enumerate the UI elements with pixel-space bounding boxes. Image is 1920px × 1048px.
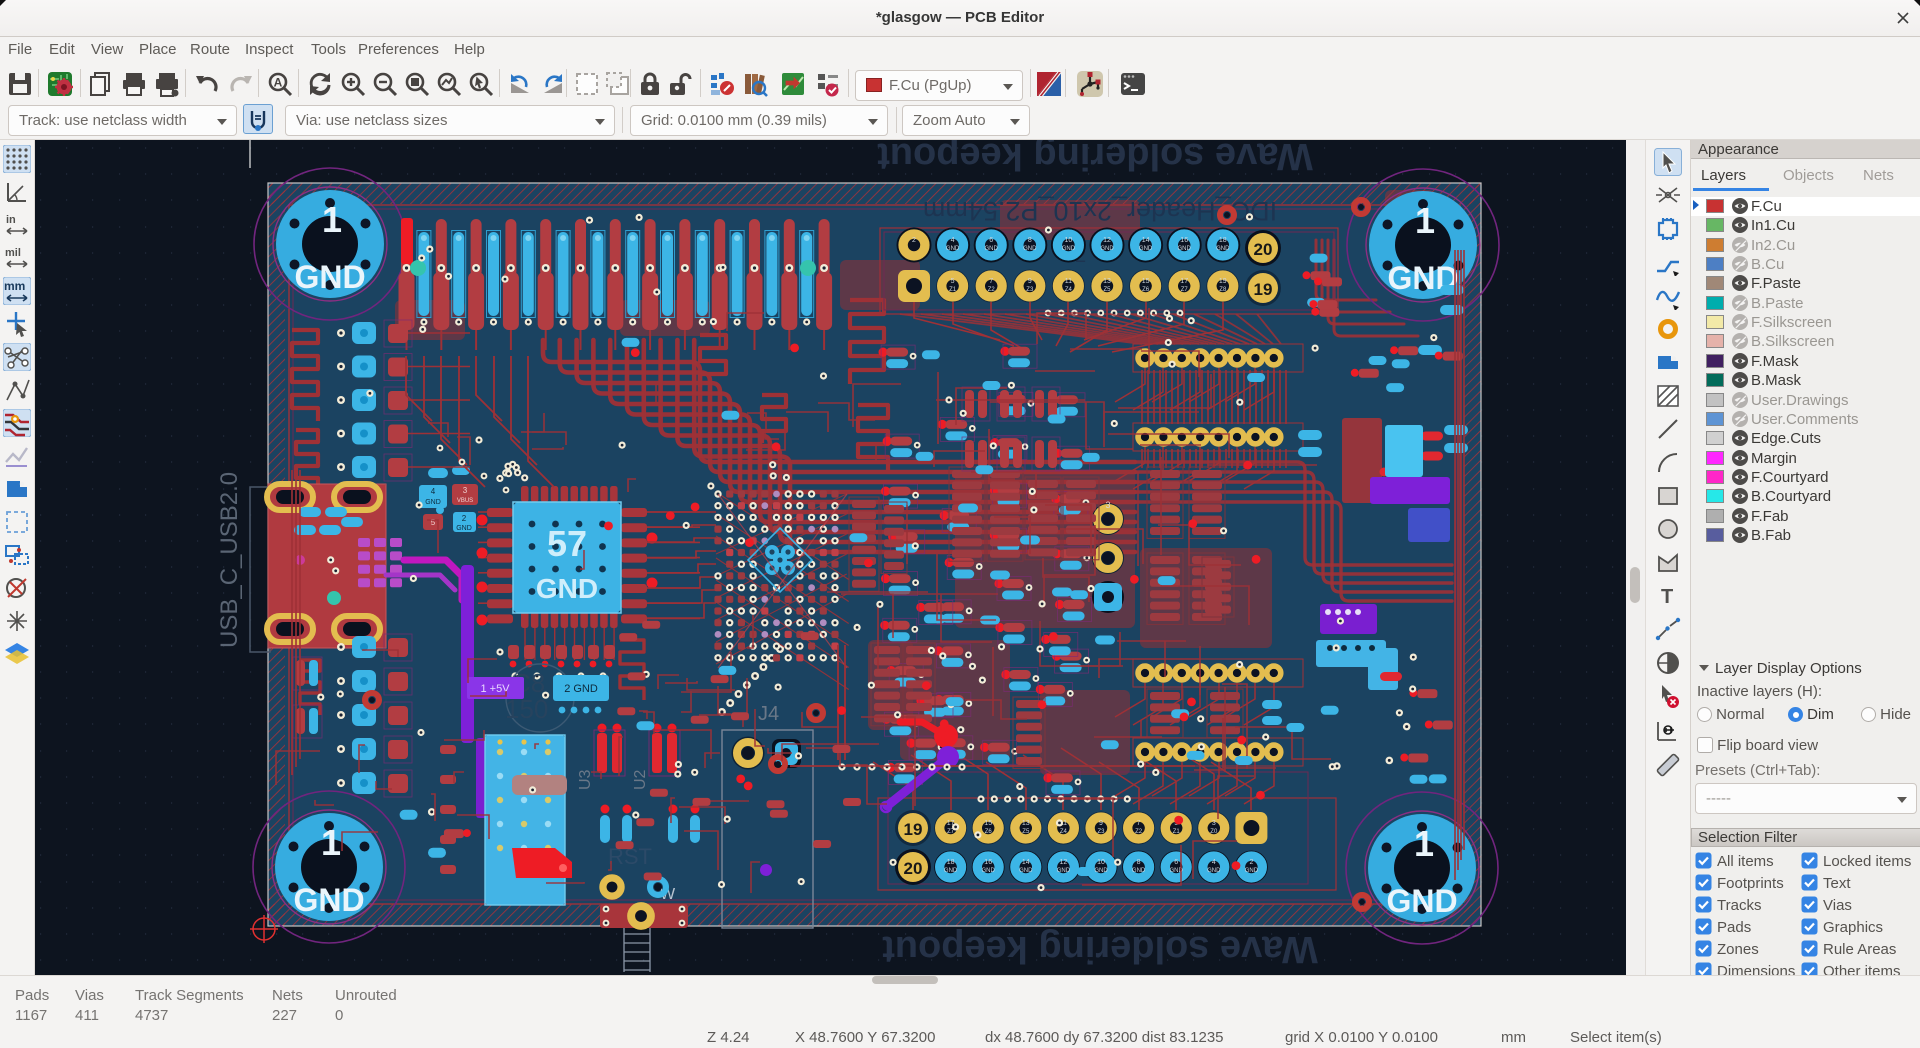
svg-text:U2: U2 <box>632 769 649 790</box>
svg-text:9: 9 <box>1028 278 1032 285</box>
svg-text:18: 18 <box>947 859 955 866</box>
svg-text:14: 14 <box>1022 859 1030 866</box>
svg-text:mil: mil <box>5 247 21 259</box>
svg-text:A: A <box>274 76 283 90</box>
svg-text:Z3: Z3 <box>1026 287 1034 293</box>
svg-text:10: 10 <box>1065 237 1073 244</box>
svg-text:VBUS: VBUS <box>457 498 473 504</box>
svg-text:6: 6 <box>1174 859 1178 866</box>
svg-text:Z7: Z7 <box>1181 287 1189 293</box>
svg-text:Z8: Z8 <box>1219 287 1227 293</box>
svg-text:Z2: Z2 <box>1135 829 1143 835</box>
svg-text:Z2: Z2 <box>988 287 996 293</box>
svg-text:mm: mm <box>4 279 25 293</box>
svg-text:6: 6 <box>989 237 993 244</box>
svg-text:16: 16 <box>1180 237 1188 244</box>
svg-text:12: 12 <box>1103 237 1111 244</box>
svg-text:19: 19 <box>904 820 923 839</box>
svg-text:GND: GND <box>1216 246 1230 252</box>
svg-text:Z4: Z4 <box>1060 829 1068 835</box>
svg-text:18: 18 <box>1219 237 1227 244</box>
svg-text:19: 19 <box>1254 280 1273 299</box>
svg-text:Z4: Z4 <box>1065 287 1073 293</box>
svg-text:Z7: Z7 <box>947 829 955 835</box>
svg-text:GND: GND <box>1062 246 1076 252</box>
svg-text:GND: GND <box>1132 868 1146 874</box>
svg-text:GND: GND <box>946 246 960 252</box>
svg-text:Z0: Z0 <box>1210 829 1218 835</box>
svg-text:J4: J4 <box>758 703 779 725</box>
svg-text:20: 20 <box>1254 240 1273 259</box>
svg-text:15: 15 <box>1142 278 1150 285</box>
svg-text:1: 1 <box>321 822 341 863</box>
svg-text:Z1: Z1 <box>949 287 957 293</box>
svg-text:4: 4 <box>951 237 955 244</box>
svg-text:GND: GND <box>293 882 364 918</box>
svg-text:GND: GND <box>536 573 598 604</box>
svg-text:GND: GND <box>1139 246 1153 252</box>
svg-text:11: 11 <box>1065 278 1072 285</box>
svg-text:13: 13 <box>1022 820 1030 827</box>
svg-text:17: 17 <box>1180 278 1188 285</box>
svg-text:2: 2 <box>1249 859 1253 866</box>
svg-text:57: 57 <box>547 523 587 564</box>
svg-text:GND: GND <box>1207 868 1221 874</box>
svg-text:GND: GND <box>1019 868 1033 874</box>
svg-text:GND: GND <box>456 525 472 532</box>
svg-text:GND: GND <box>944 868 958 874</box>
svg-text:GND: GND <box>1023 246 1037 252</box>
svg-text:2: 2 <box>462 514 467 523</box>
svg-text:Z1: Z1 <box>1173 829 1181 835</box>
svg-text:GND: GND <box>1178 246 1192 252</box>
svg-text:GND: GND <box>982 868 996 874</box>
svg-text:4: 4 <box>431 487 436 496</box>
svg-text:GND: GND <box>1057 868 1071 874</box>
svg-text:3: 3 <box>1212 820 1216 827</box>
svg-text:3: 3 <box>463 486 468 495</box>
svg-text:4: 4 <box>1212 859 1216 866</box>
svg-text:12: 12 <box>1060 859 1068 866</box>
svg-text:1: 1 <box>322 199 342 240</box>
svg-text:10: 10 <box>1097 859 1105 866</box>
svg-text:GND: GND <box>1386 883 1457 919</box>
svg-text:GND: GND <box>985 246 999 252</box>
svg-text:GND: GND <box>294 259 365 295</box>
svg-text:GND: GND <box>1100 246 1114 252</box>
svg-text:19: 19 <box>1219 278 1227 285</box>
svg-text:2 GND: 2 GND <box>564 683 598 695</box>
svg-text:13: 13 <box>1103 278 1111 285</box>
svg-text:20: 20 <box>904 859 923 878</box>
svg-text:USB_C_USB2.0: USB_C_USB2.0 <box>216 472 243 648</box>
svg-text:1: 1 <box>1414 823 1434 864</box>
svg-text:Z3: Z3 <box>1097 829 1105 835</box>
svg-text:14: 14 <box>1142 237 1150 244</box>
svg-text:in: in <box>6 214 16 226</box>
svg-text:Z5: Z5 <box>1022 829 1030 835</box>
svg-text:8: 8 <box>1137 859 1141 866</box>
svg-text:Wave soldering keepout: Wave soldering keepout <box>877 140 1313 177</box>
svg-text:T: T <box>1661 586 1673 608</box>
svg-text:Wave soldering keepout: Wave soldering keepout <box>882 928 1318 970</box>
svg-text:3: 3 <box>1105 500 1110 510</box>
svg-text:16: 16 <box>984 859 992 866</box>
svg-text:GND: GND <box>425 499 441 506</box>
svg-text:Z6: Z6 <box>1142 287 1150 293</box>
svg-text:7: 7 <box>989 278 993 285</box>
svg-text:9: 9 <box>1099 820 1103 827</box>
svg-text:Z5: Z5 <box>1103 287 1111 293</box>
svg-text:15: 15 <box>984 820 992 827</box>
svg-text:2: 2 <box>912 237 916 244</box>
svg-text:7: 7 <box>1137 820 1141 827</box>
svg-text:Z6: Z6 <box>985 829 993 835</box>
svg-text:GND: GND <box>1245 868 1259 874</box>
svg-text:1: 1 <box>1415 200 1435 241</box>
svg-text:8: 8 <box>1028 237 1032 244</box>
svg-text:5: 5 <box>951 278 955 285</box>
svg-text:GND: GND <box>1094 868 1108 874</box>
